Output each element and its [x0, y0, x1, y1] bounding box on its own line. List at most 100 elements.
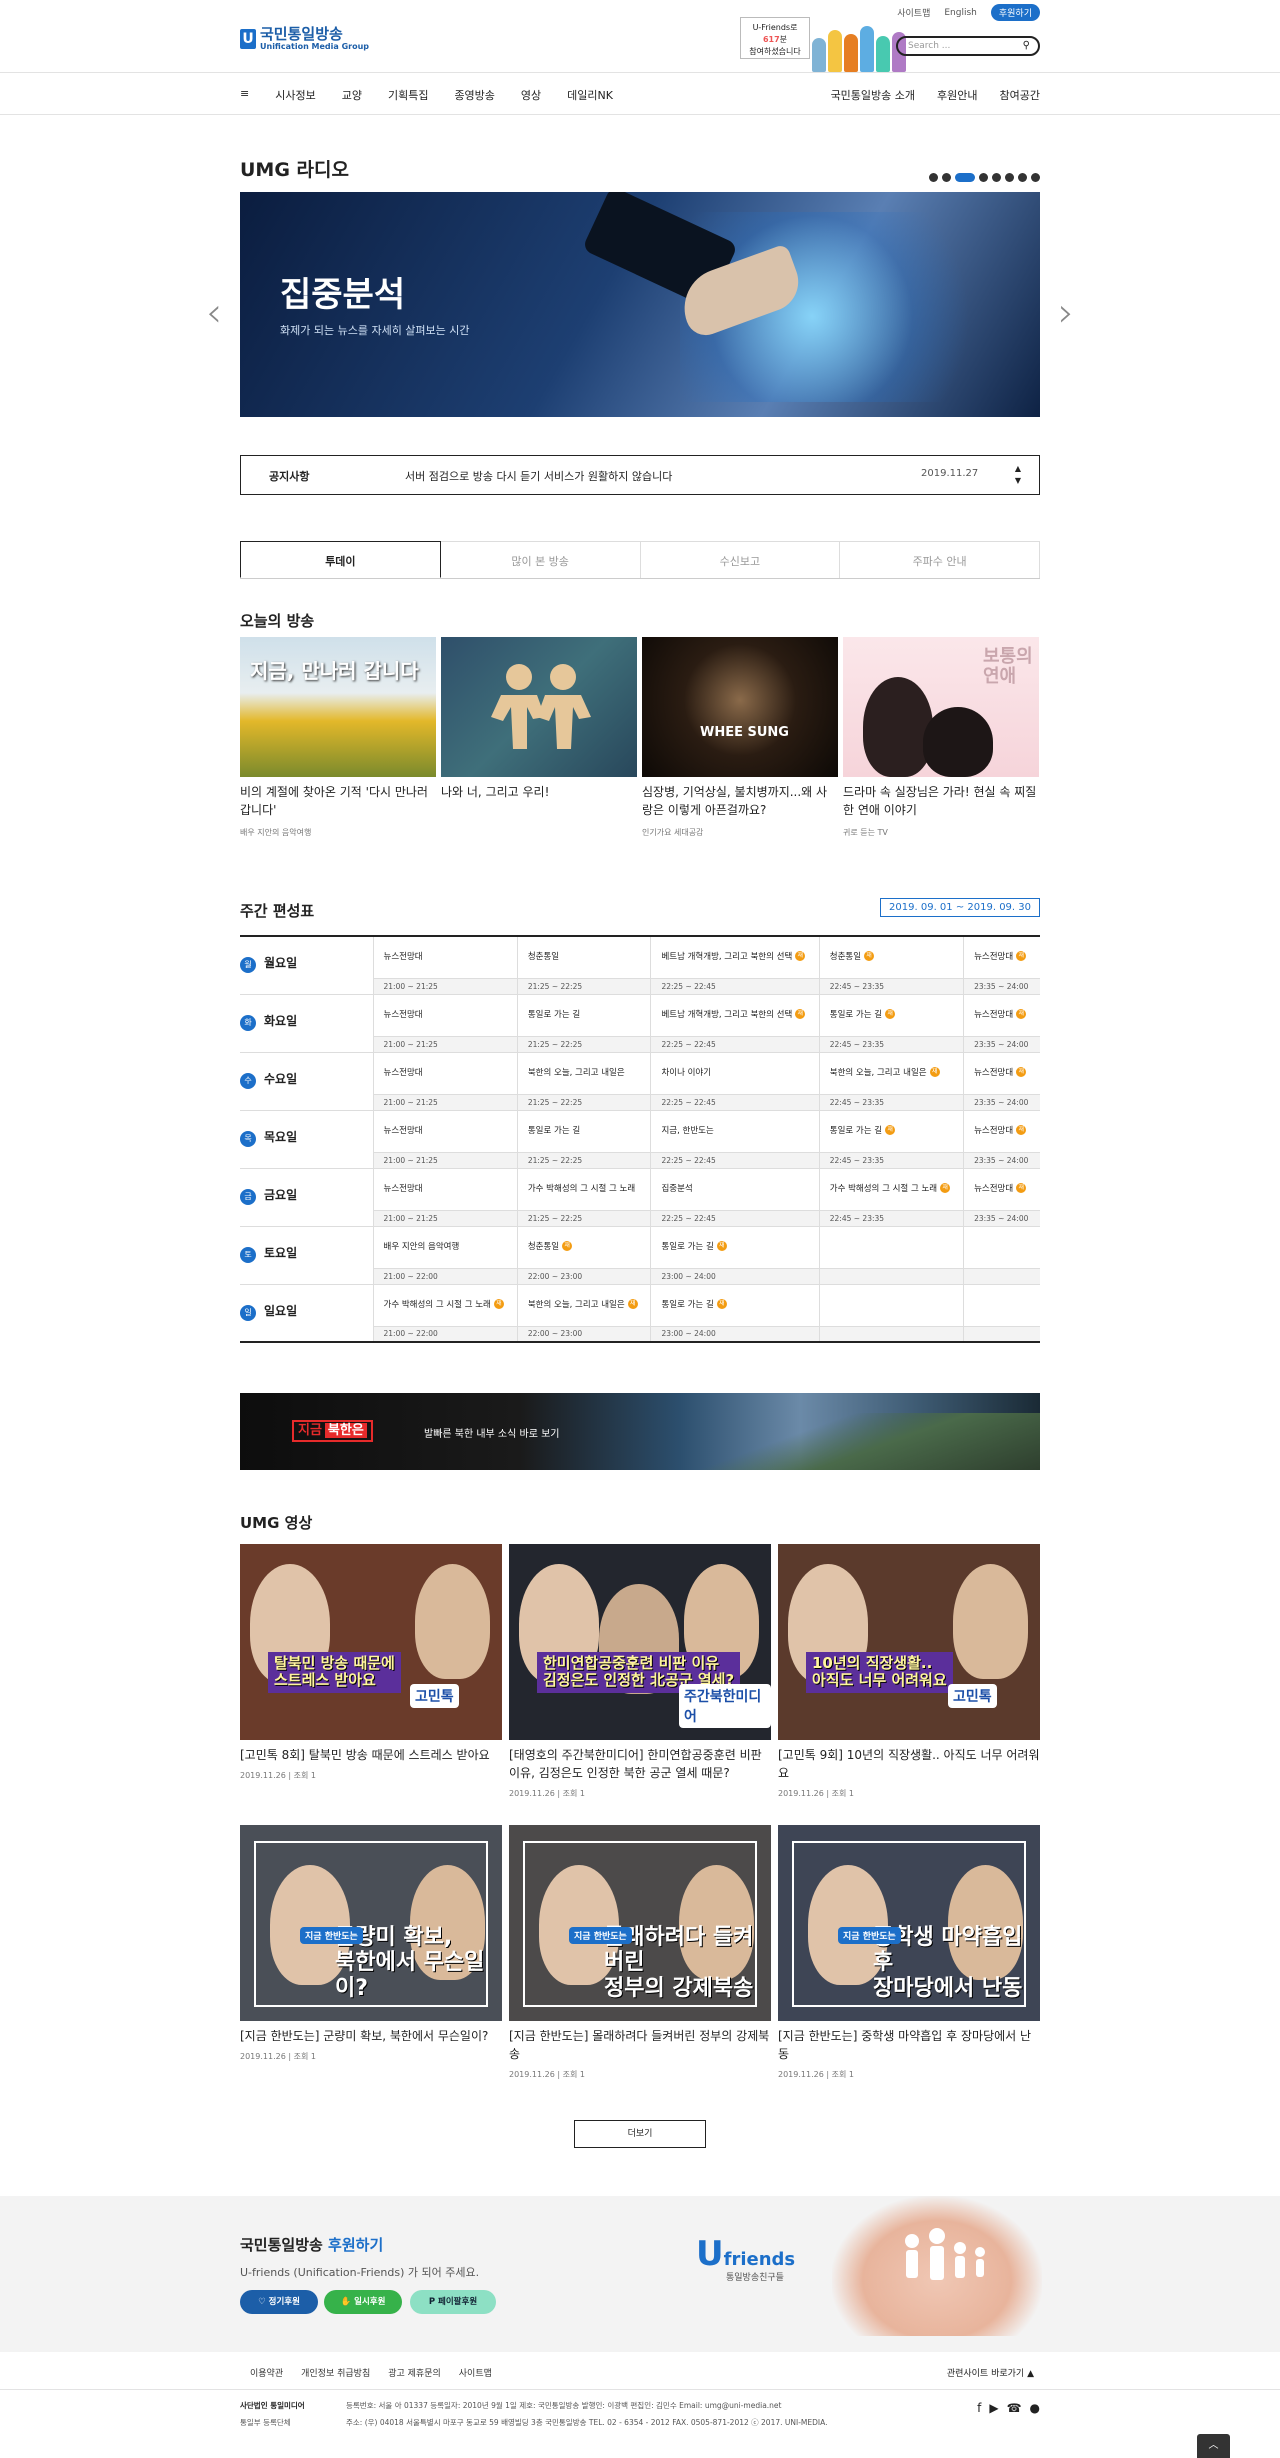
schedule-program[interactable]: 통일로 가는 길: [516, 994, 651, 1037]
video-title[interactable]: [지금 한반도는] 중학생 마약흡입 후 장마당에서 난동: [778, 2027, 1040, 2063]
video-title[interactable]: [지금 한반도는] 몰래하려다 들켜버린 정부의 강제북송: [509, 2027, 771, 2063]
schedule-program[interactable]: 뉴스전망대: [372, 1110, 518, 1153]
schedule-program[interactable]: 통일로 가는 길재: [650, 1284, 820, 1327]
today-program-card[interactable]: 보통의 연애 드라마 속 실장님은 가라! 현실 속 찌질한 연애 이야기 귀로…: [843, 637, 1039, 838]
facebook-icon[interactable]: f: [977, 2401, 981, 2415]
schedule-program[interactable]: 가수 박해성의 그 시절 그 노래 재: [818, 1168, 964, 1211]
tab-frequency[interactable]: 주파수 안내: [840, 541, 1040, 578]
schedule-program[interactable]: 뉴스전망대 재: [963, 1052, 1040, 1095]
ad-inquiry-link[interactable]: 광고 제휴문의: [388, 2366, 441, 2379]
hero-slide[interactable]: 집중분석 화제가 되는 뉴스를 자세히 살펴보는 시간: [240, 192, 1040, 417]
tab-reception[interactable]: 수신보고: [640, 541, 841, 578]
video-card[interactable]: 한미연합공중훈련 비판 이유 김정은도 인정한 北공군 열세? 주간북한미디어 […: [509, 1544, 771, 1799]
video-title[interactable]: [태영호의 주간북한미디어] 한미연합공중훈련 비판 이유, 김정은도 인정한 …: [509, 1746, 771, 1782]
schedule-program[interactable]: 통일로 가는 길재: [818, 994, 964, 1037]
slider-dot[interactable]: [1031, 173, 1040, 182]
schedule-program[interactable]: 뉴스전망대 재: [963, 1110, 1040, 1153]
next-slide-icon[interactable]: ›: [1058, 290, 1074, 336]
video-title[interactable]: [고민톡 9회] 10년의 직장생활.. 아직도 너무 어려워요: [778, 1746, 1040, 1782]
video-title[interactable]: [고민톡 8회] 탈북민 방송 때문에 스트레스 받아요: [240, 1746, 502, 1764]
schedule-program[interactable]: 뉴스전망대: [372, 1168, 518, 1211]
video-card[interactable]: 몰래하려다 들켜버린 정부의 강제북송 지금 한반도는 [지금 한반도는] 몰래하…: [509, 1825, 771, 2080]
schedule-program[interactable]: 지금, 한반도는: [650, 1110, 820, 1153]
schedule-program[interactable]: 차이나 이야기: [650, 1052, 820, 1095]
schedule-program[interactable]: 베트남 개혁개방, 그리고 북한의 선택 재: [650, 994, 820, 1037]
nk-now-banner[interactable]: 지금 북한은 발빠른 북한 내부 소식 바로 보기: [240, 1393, 1040, 1470]
video-thumbnail[interactable]: 탈북민 방송 때문에 스트레스 받아요 고민톡: [240, 1544, 502, 1740]
video-thumbnail[interactable]: 한미연합공중훈련 비판 이유 김정은도 인정한 北공군 열세? 주간북한미디어: [509, 1544, 771, 1740]
schedule-program[interactable]: 배우 지안의 음악여행: [372, 1226, 518, 1269]
youtube-icon[interactable]: ▶: [989, 2401, 998, 2415]
schedule-program[interactable]: 청춘통일 재: [818, 936, 964, 979]
paypal-donation-label: 페이팔후원: [438, 2297, 478, 2307]
related-sites-dropdown[interactable]: 관련사이트 바로가기 ▲: [947, 2366, 1034, 2379]
slider-dot[interactable]: [929, 173, 938, 182]
prev-slide-icon[interactable]: ‹: [206, 290, 222, 336]
schedule-program[interactable]: 청춘통일: [516, 936, 651, 979]
podcast-icon[interactable]: ☎: [1007, 2401, 1022, 2415]
video-thumbnail[interactable]: 군량미 확보, 북한에서 무슨일이? 지금 한반도는: [240, 1825, 502, 2021]
slider-dot[interactable]: [992, 173, 1001, 182]
tab-today[interactable]: 투데이: [240, 541, 441, 578]
schedule-program[interactable]: 가수 박해성의 그 시절 그 노래: [516, 1168, 651, 1211]
notice-text[interactable]: 서버 점검으로 방송 다시 듣기 서비스가 원활하지 않습니다: [405, 468, 672, 484]
schedule-program[interactable]: 집중분석: [650, 1168, 820, 1211]
schedule-program[interactable]: 뉴스전망대 재: [963, 994, 1040, 1037]
tab-popular[interactable]: 많이 본 방송: [440, 541, 641, 578]
today-program-title[interactable]: 나와 너, 그리고 우리!: [441, 783, 637, 801]
regular-donation-button[interactable]: ♡ 정기후원: [240, 2290, 318, 2314]
slider-dot[interactable]: [955, 173, 975, 182]
schedule-program[interactable]: 통일로 가는 길재: [650, 1226, 820, 1269]
video-title[interactable]: [지금 한반도는] 군량미 확보, 북한에서 무슨일이?: [240, 2027, 502, 2045]
schedule-date-range[interactable]: 2019. 09. 01 ~ 2019. 09. 30: [880, 898, 1040, 917]
schedule-program[interactable]: 가수 박해성의 그 시절 그 노래 재: [372, 1284, 518, 1327]
today-program-card[interactable]: WHEE SUNG 심장병, 기억상실, 불치병까지...왜 사랑은 이렇게 아…: [642, 637, 838, 838]
today-program-thumbnail[interactable]: 보통의 연애: [843, 637, 1039, 777]
schedule-program[interactable]: 북한의 오늘, 그리고 내일은: [516, 1052, 651, 1095]
rerun-badge-icon: 재: [885, 1009, 896, 1019]
notice-updown-icon[interactable]: ▲ ▼: [1015, 463, 1021, 487]
program-time: 21:00 ~ 22:00: [372, 1268, 518, 1285]
soundcloud-icon[interactable]: ●: [1030, 2401, 1040, 2415]
today-program-title[interactable]: 심장병, 기억상실, 불치병까지...왜 사랑은 이렇게 아픈걸까요?: [642, 783, 838, 819]
notice-bar[interactable]: 공지사항 서버 점검으로 방송 다시 듣기 서비스가 원활하지 않습니다 201…: [240, 455, 1040, 495]
schedule-program[interactable]: 북한의 오늘, 그리고 내일은 재: [516, 1284, 651, 1327]
today-program-card[interactable]: 지금, 만나러 갑니다 비의 계절에 찾아온 기적 '다시 만나러 갑니다' 배…: [240, 637, 436, 838]
slider-dot[interactable]: [1005, 173, 1014, 182]
today-program-title[interactable]: 비의 계절에 찾아온 기적 '다시 만나러 갑니다': [240, 783, 436, 819]
schedule-program[interactable]: 뉴스전망대 재: [963, 936, 1040, 979]
schedule-program[interactable]: 청춘통일 재: [516, 1226, 651, 1269]
video-thumbnail[interactable]: 몰래하려다 들켜버린 정부의 강제북송 지금 한반도는: [509, 1825, 771, 2021]
today-program-thumbnail[interactable]: 지금, 만나러 갑니다: [240, 637, 436, 777]
video-thumbnail[interactable]: 10년의 직장생활.. 아직도 너무 어려워요 고민톡: [778, 1544, 1040, 1740]
schedule-program[interactable]: 뉴스전망대: [372, 936, 518, 979]
today-program-card[interactable]: 나와 너, 그리고 우리!: [441, 637, 637, 809]
onetime-donation-button[interactable]: ✋ 일시후원: [324, 2290, 402, 2314]
slider-dot[interactable]: [979, 173, 988, 182]
video-card[interactable]: 중학생 마약흡입 후 장마당에서 난동 지금 한반도는 [지금 한반도는] 중학생…: [778, 1825, 1040, 2080]
video-views: 조회 1: [293, 1771, 316, 1780]
program-title: 청춘통일: [829, 951, 862, 962]
schedule-program[interactable]: 통일로 가는 길재: [818, 1110, 964, 1153]
video-card[interactable]: 10년의 직장생활.. 아직도 너무 어려워요 고민톡 [고민톡 9회] 10년의…: [778, 1544, 1040, 1799]
schedule-program[interactable]: 북한의 오늘, 그리고 내일은 재: [818, 1052, 964, 1095]
slider-dot[interactable]: [942, 173, 951, 182]
video-thumbnail[interactable]: 중학생 마약흡입 후 장마당에서 난동 지금 한반도는: [778, 1825, 1040, 2021]
today-program-thumbnail[interactable]: WHEE SUNG: [642, 637, 838, 777]
video-card[interactable]: 군량미 확보, 북한에서 무슨일이? 지금 한반도는 [지금 한반도는] 군량미 …: [240, 1825, 502, 2062]
scroll-top-button[interactable]: ︿: [1197, 2434, 1230, 2458]
terms-link[interactable]: 이용약관: [250, 2366, 283, 2379]
schedule-program[interactable]: 뉴스전망대: [372, 1052, 518, 1095]
more-button[interactable]: 더보기: [574, 2120, 706, 2148]
schedule-program[interactable]: 통일로 가는 길: [516, 1110, 651, 1153]
schedule-program[interactable]: 뉴스전망대: [372, 994, 518, 1037]
paypal-donation-button[interactable]: P 페이팔후원: [410, 2290, 496, 2314]
video-card[interactable]: 탈북민 방송 때문에 스트레스 받아요 고민톡 [고민톡 8회] 탈북민 방송 때…: [240, 1544, 502, 1781]
schedule-program[interactable]: 베트남 개혁개방, 그리고 북한의 선택 재: [650, 936, 820, 979]
today-program-title[interactable]: 드라마 속 실장님은 가라! 현실 속 찌질한 연애 이야기: [843, 783, 1039, 819]
today-program-thumbnail[interactable]: [441, 637, 637, 777]
footer-sitemap-link[interactable]: 사이트맵: [459, 2366, 492, 2379]
schedule-program[interactable]: 뉴스전망대 재: [963, 1168, 1040, 1211]
slider-dot[interactable]: [1018, 173, 1027, 182]
privacy-link[interactable]: 개인정보 취급방침: [301, 2366, 370, 2379]
